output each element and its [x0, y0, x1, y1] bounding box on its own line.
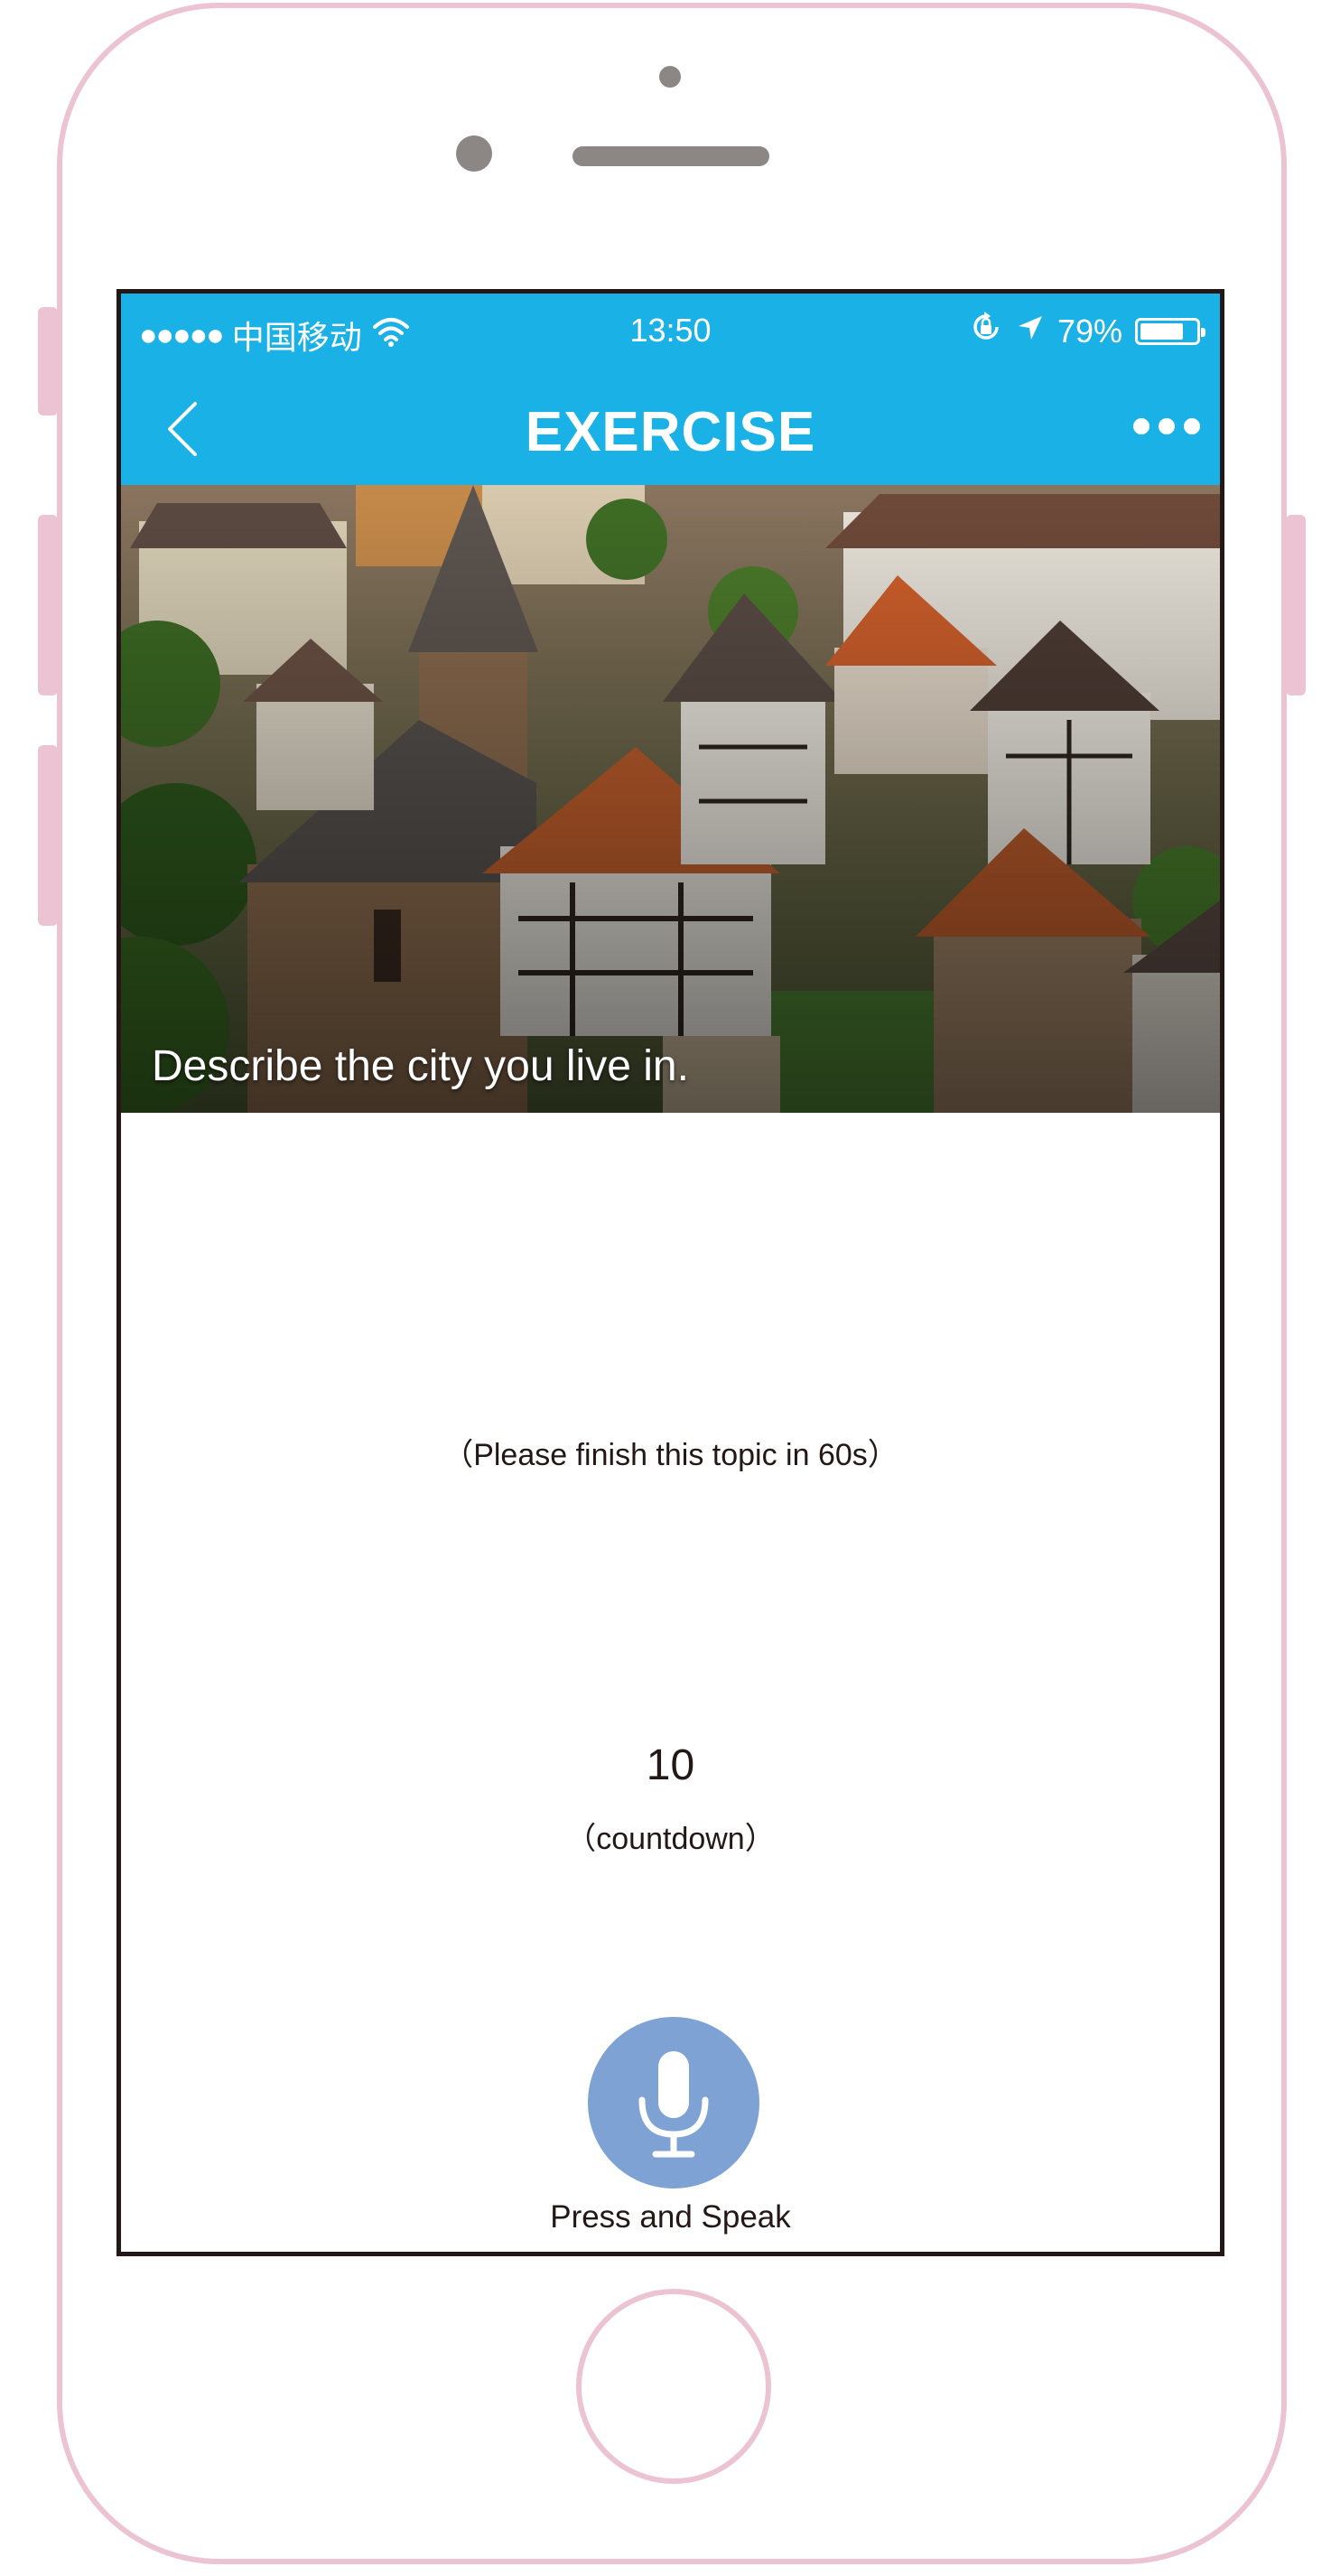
status-bar: ●●●●● 中国移动 13:50 79% — [121, 294, 1220, 373]
topic-image: Describe the city you live in. — [121, 485, 1220, 1113]
volume-up-button — [38, 515, 58, 695]
proximity-sensor — [456, 135, 492, 172]
press-and-speak-label: Press and Speak — [550, 2199, 791, 2235]
more-dots-icon[interactable] — [1133, 418, 1200, 434]
microphone-icon — [638, 2051, 709, 2158]
page-title: EXERCISE — [525, 401, 816, 463]
status-right: 79% — [969, 310, 1205, 352]
battery-percent: 79% — [1056, 312, 1122, 350]
home-button[interactable] — [576, 2289, 771, 2484]
volume-down-button — [38, 745, 58, 926]
mute-switch — [38, 307, 58, 415]
app-screen: ●●●●● 中国移动 13:50 79% EXERCISE Describe t… — [116, 289, 1224, 2256]
rotation-lock-icon — [969, 310, 1003, 352]
topic-caption: Describe the city you live in. — [152, 1042, 689, 1090]
city-rooftops-image — [121, 485, 1220, 1113]
press-to-speak-button[interactable] — [588, 2017, 759, 2189]
countdown-label: （countdown） — [565, 1822, 776, 1856]
time-limit-hint: （Please finish this topic in 60s） — [442, 1438, 898, 1472]
battery-fill — [1140, 322, 1183, 340]
front-camera — [659, 66, 681, 88]
earpiece-speaker — [572, 146, 769, 166]
nav-bar: EXERCISE — [121, 373, 1220, 485]
power-button — [1286, 515, 1306, 695]
countdown-value: 10 — [646, 1741, 695, 1789]
location-arrow-icon — [1016, 313, 1045, 350]
battery-icon — [1135, 317, 1205, 345]
